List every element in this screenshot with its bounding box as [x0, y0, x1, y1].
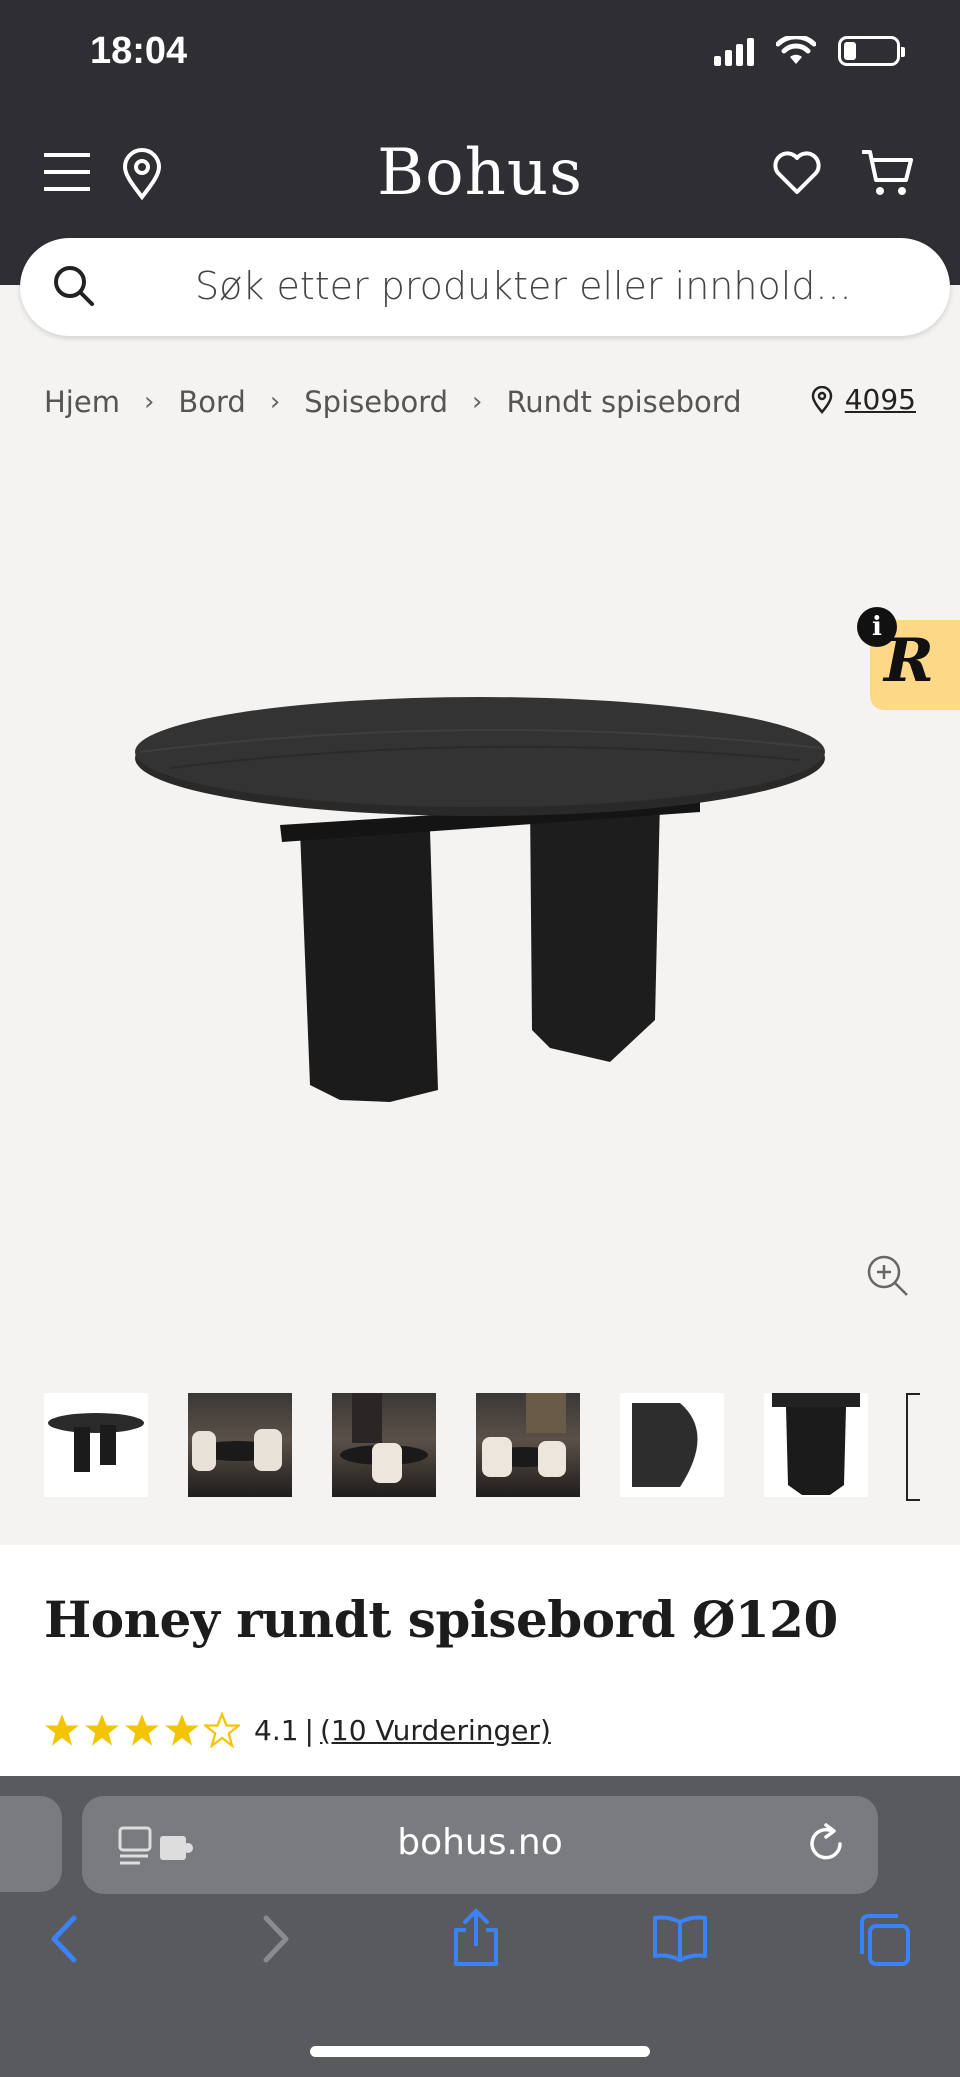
bookmarks-icon[interactable] [652, 1914, 708, 1962]
cart-icon[interactable] [860, 148, 914, 198]
location-pin-icon [811, 385, 832, 414]
tabs-icon[interactable] [858, 1914, 910, 1966]
info-icon[interactable]: i [857, 607, 897, 647]
thumbnail-strip [44, 1393, 868, 1497]
thumbnail-2[interactable] [188, 1393, 292, 1497]
store-selector[interactable]: 4095 [811, 383, 916, 416]
star-filled-icon [125, 1714, 159, 1746]
product-image[interactable] [110, 690, 840, 1110]
thumbnail-5[interactable] [620, 1393, 724, 1497]
breadcrumb: Hjem › Bord › Spisebord › Rundt spisebor… [44, 385, 742, 419]
product-title: Honey rundt spisebord Ø120 [44, 1590, 838, 1649]
search-placeholder: Søk etter produkter eller innhold... [195, 264, 852, 308]
search-input[interactable]: Søk etter produkter eller innhold... [20, 238, 950, 336]
cellular-signal-icon [714, 36, 754, 66]
battery-icon [838, 36, 905, 66]
chevron-right-icon: › [472, 387, 483, 417]
breadcrumb-spisebord[interactable]: Spisebord [304, 385, 448, 419]
star-empty-icon [204, 1712, 240, 1748]
browser-toolbar: bohus.no [0, 1776, 960, 2077]
thumbnail-6[interactable] [764, 1393, 868, 1497]
breadcrumb-current: Rundt spisebord [506, 385, 742, 419]
rating-stars [44, 1712, 240, 1748]
home-indicator[interactable] [310, 2046, 650, 2057]
search-icon [54, 266, 94, 306]
rating-separator: | [304, 1713, 314, 1747]
share-icon[interactable] [450, 1908, 502, 1968]
thumbnail-4[interactable] [476, 1393, 580, 1497]
star-filled-icon [85, 1714, 119, 1746]
store-code[interactable]: 4095 [845, 383, 916, 416]
chevron-right-icon: › [269, 387, 281, 417]
star-filled-icon [45, 1714, 79, 1746]
rating-value: 4.1 [254, 1713, 299, 1747]
wifi-icon [776, 36, 816, 64]
status-icons [714, 36, 905, 66]
status-time: 18:04 [90, 30, 188, 72]
heart-icon[interactable] [772, 150, 822, 196]
thumbnail-1[interactable] [44, 1393, 148, 1497]
thumbnail-3[interactable] [332, 1393, 436, 1497]
back-icon[interactable] [48, 1914, 84, 1964]
reviews-link[interactable]: (10 Vurderinger) [320, 1714, 551, 1747]
thumbnail-7-partial[interactable] [906, 1393, 920, 1501]
reload-icon[interactable] [804, 1822, 848, 1866]
url-text: bohus.no [397, 1822, 563, 1863]
previous-tab-preview[interactable] [0, 1796, 62, 1892]
chevron-right-icon: › [143, 387, 155, 417]
breadcrumb-home[interactable]: Hjem [44, 385, 120, 419]
forward-icon[interactable] [256, 1914, 292, 1964]
breadcrumb-bord[interactable]: Bord [178, 385, 245, 419]
star-filled-icon [165, 1714, 199, 1746]
address-bar[interactable]: bohus.no [82, 1796, 878, 1894]
browser-nav [0, 1908, 960, 1994]
product-rating: 4.1 | (10 Vurderinger) [44, 1712, 551, 1748]
zoom-in-icon[interactable] [866, 1254, 910, 1298]
